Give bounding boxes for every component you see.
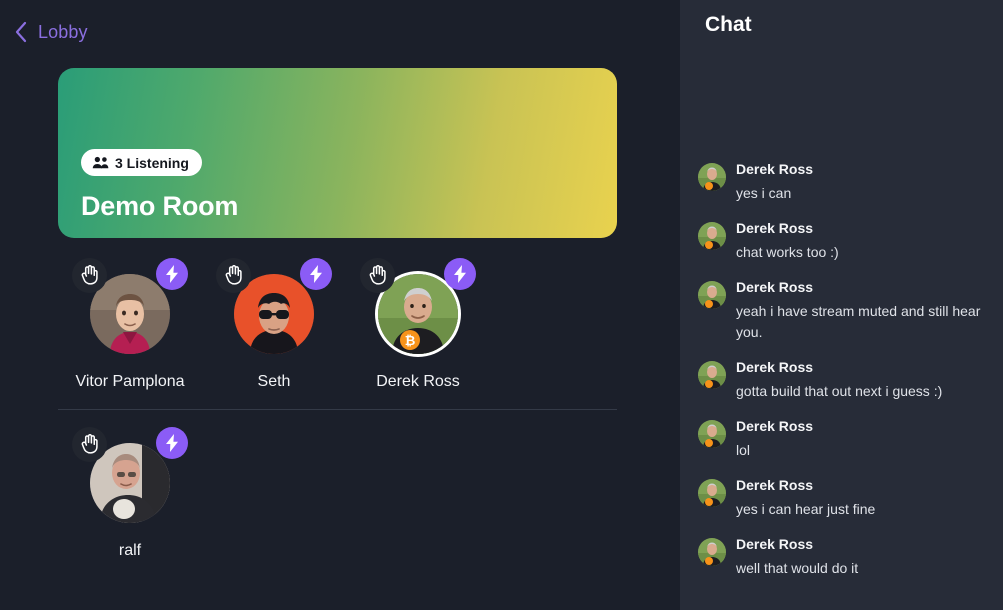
- chevron-left-icon: [14, 21, 28, 43]
- speaker-name: Derek Ross: [376, 373, 460, 390]
- top-bar: Lobby: [0, 0, 680, 64]
- chat-author: Derek Ross: [736, 220, 814, 236]
- lightning-bolt-icon[interactable]: [444, 258, 476, 290]
- avatar: [698, 222, 726, 250]
- chat-message: Derek Ross yes i can hear just fine: [698, 476, 981, 520]
- chat-message: Derek Ross yes i can: [698, 160, 981, 204]
- chat-message-body: Derek Ross chat works too :): [736, 219, 981, 263]
- avatar: [698, 420, 726, 448]
- listening-count-badge: 3 Listening: [81, 149, 202, 176]
- speaker-name: Vitor Pamplona: [75, 373, 185, 390]
- back-to-lobby-label: Lobby: [38, 21, 88, 42]
- speaker-name: Seth: [257, 373, 291, 390]
- speakers-listeners-divider: [58, 409, 617, 410]
- chat-text: yeah i have stream muted and still hear …: [736, 303, 981, 340]
- room-card[interactable]: 3 Listening Demo Room: [58, 68, 617, 238]
- chat-message-body: Derek Ross yes i can: [736, 160, 981, 204]
- chat-message-body: Derek Ross lol: [736, 417, 981, 461]
- listener-name: ralf: [118, 542, 142, 559]
- chat-author: Derek Ross: [736, 359, 814, 375]
- chat-text: yes i can: [736, 185, 792, 201]
- room-title: Demo Room: [81, 191, 239, 221]
- svg-text:₿: ₿: [405, 333, 416, 348]
- listener-tile[interactable]: ralf: [58, 427, 202, 560]
- avatar: [698, 479, 726, 507]
- speaker-tile[interactable]: ₿ Derek Ross: [346, 258, 490, 391]
- chat-message: Derek Ross chat works too :): [698, 219, 981, 263]
- avatar: [698, 361, 726, 389]
- app-root: Lobby 3 Listening Demo Room Vitor Pamplo…: [0, 0, 1003, 610]
- speaker-tile[interactable]: Vitor Pamplona: [58, 258, 202, 391]
- chat-author: Derek Ross: [736, 161, 814, 177]
- chat-message: Derek Ross well that would do it: [698, 535, 981, 579]
- listening-count-label: 3 Listening: [115, 154, 189, 171]
- raised-hand-icon[interactable]: [216, 258, 251, 293]
- raised-hand-icon[interactable]: [360, 258, 395, 293]
- speaker-tile[interactable]: Seth: [202, 258, 346, 391]
- avatar: [698, 281, 726, 309]
- chat-author: Derek Ross: [736, 536, 814, 552]
- chat-message-body: Derek Ross yeah i have stream muted and …: [736, 278, 981, 343]
- raised-hand-icon[interactable]: [72, 427, 107, 462]
- chat-text: well that would do it: [736, 560, 859, 576]
- people-icon: [92, 156, 109, 169]
- chat-message: Derek Ross gotta build that out next i g…: [698, 358, 981, 402]
- chat-panel: Chat Derek Ross yes i can Derek Ross cha…: [680, 0, 1003, 610]
- chat-author: Derek Ross: [736, 477, 814, 493]
- chat-text: yes i can hear just fine: [736, 501, 876, 517]
- avatar: [698, 538, 726, 566]
- listeners-grid: ralf: [58, 427, 202, 560]
- back-to-lobby-button[interactable]: Lobby: [14, 21, 88, 43]
- chat-message-body: Derek Ross yes i can hear just fine: [736, 476, 981, 520]
- lightning-bolt-icon[interactable]: [156, 427, 188, 459]
- room-main-panel: Lobby 3 Listening Demo Room Vitor Pamplo…: [0, 0, 680, 610]
- chat-text: gotta build that out next i guess :): [736, 383, 943, 399]
- lightning-bolt-icon[interactable]: [300, 258, 332, 290]
- chat-author: Derek Ross: [736, 279, 814, 295]
- avatar-wrapper: ₿: [360, 258, 476, 354]
- chat-author: Derek Ross: [736, 418, 814, 434]
- raised-hand-icon[interactable]: [72, 258, 107, 293]
- chat-text: chat works too :): [736, 244, 839, 260]
- chat-message-list[interactable]: Derek Ross yes i can Derek Ross chat wor…: [680, 160, 1003, 594]
- speakers-grid: Vitor Pamplona Seth ₿ Derek Ross: [58, 258, 490, 391]
- avatar: [698, 163, 726, 191]
- chat-message: Derek Ross lol: [698, 417, 981, 461]
- chat-panel-title: Chat: [705, 13, 752, 36]
- avatar-wrapper: [216, 258, 332, 354]
- chat-message-body: Derek Ross well that would do it: [736, 535, 981, 579]
- avatar-wrapper: [72, 258, 188, 354]
- avatar-wrapper: [72, 427, 188, 523]
- chat-text: lol: [736, 442, 751, 458]
- lightning-bolt-icon[interactable]: [156, 258, 188, 290]
- chat-message: Derek Ross yeah i have stream muted and …: [698, 278, 981, 343]
- chat-message-body: Derek Ross gotta build that out next i g…: [736, 358, 981, 402]
